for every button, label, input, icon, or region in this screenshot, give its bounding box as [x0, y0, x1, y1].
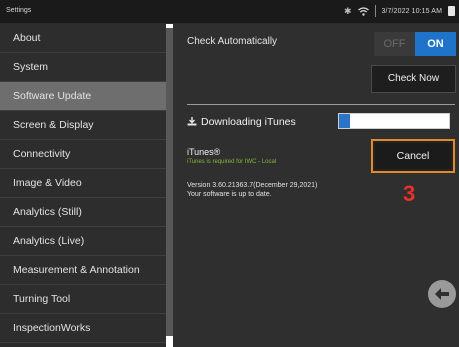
- sidebar-item-label: About: [13, 32, 41, 44]
- battery-icon: [448, 6, 455, 16]
- sidebar-item-measurement-annotation[interactable]: Measurement & Annotation: [0, 256, 166, 285]
- download-status: Downloading iTunes: [187, 116, 296, 128]
- toggle-off-option[interactable]: OFF: [374, 32, 415, 56]
- window-title: Settings: [6, 7, 32, 14]
- software-update-panel: Check Automatically OFF ON Check Now Dow…: [173, 24, 459, 347]
- back-arrow-icon: [434, 287, 450, 301]
- check-now-button[interactable]: Check Now: [371, 65, 456, 93]
- check-automatically-toggle[interactable]: OFF ON: [374, 32, 456, 56]
- itunes-requirement-note: iTunes is required for IWC - Local: [187, 159, 277, 165]
- step-number-annotation: 3: [403, 181, 416, 206]
- sidebar-item-about[interactable]: About: [0, 24, 166, 53]
- sidebar-item-turning-tool[interactable]: Turning Tool: [0, 285, 166, 314]
- sidebar-item-label: Analytics (Still): [13, 206, 82, 218]
- sidebar-item-label: Measurement & Annotation: [13, 264, 140, 276]
- back-button[interactable]: [428, 280, 456, 308]
- sidebar-item-connectivity[interactable]: Connectivity: [0, 140, 166, 169]
- download-label: Downloading iTunes: [201, 116, 296, 128]
- sidebar-item-label: System: [13, 61, 49, 73]
- app-window: Settings ✱ 3/7/2022 10:15 AM About Syste…: [0, 0, 459, 347]
- status-bar: Settings ✱ 3/7/2022 10:15 AM: [0, 0, 459, 24]
- download-progress-bar: [338, 113, 450, 129]
- sidebar-item-analytics-still[interactable]: Analytics (Still): [0, 198, 166, 227]
- version-line: Version 3.60.21363.7(December 29,2021): [187, 182, 318, 189]
- itunes-title: iTunes®: [187, 147, 221, 157]
- sidebar-item-analytics-live[interactable]: Analytics (Live): [0, 227, 166, 256]
- cancel-button-label: Cancel: [375, 143, 451, 169]
- status-divider: [374, 5, 376, 17]
- sidebar-item-label: Software Update: [13, 90, 92, 102]
- wifi-icon: [357, 6, 369, 16]
- sidebar-item-software-update[interactable]: Software Update: [0, 82, 166, 111]
- sidebar-item-label: Connectivity: [13, 148, 71, 160]
- version-info: Version 3.60.21363.7(December 29,2021) Y…: [187, 181, 317, 199]
- sidebar-item-label: Turning Tool: [13, 293, 71, 305]
- section-divider: [187, 104, 455, 105]
- download-icon: [187, 116, 197, 128]
- toggle-on-option[interactable]: ON: [415, 32, 456, 56]
- sidebar-item-label: Image & Video: [13, 177, 82, 189]
- check-automatically-label: Check Automatically: [187, 36, 278, 47]
- cancel-button[interactable]: Cancel: [371, 139, 455, 173]
- datetime: 3/7/2022 10:15 AM: [381, 7, 442, 15]
- sidebar-item-inspectionworks[interactable]: InspectionWorks: [0, 314, 166, 343]
- sidebar-item-system[interactable]: System: [0, 53, 166, 82]
- sidebar-item-screen-display[interactable]: Screen & Display: [0, 111, 166, 140]
- update-status-line: Your software is up to date.: [187, 191, 272, 198]
- settings-sidebar: About System Software Update Screen & Di…: [0, 24, 166, 347]
- sidebar-scrollbar[interactable]: [166, 28, 173, 336]
- bluetooth-icon: ✱: [343, 5, 352, 16]
- sidebar-item-label: InspectionWorks: [13, 322, 91, 334]
- status-icons: ✱ 3/7/2022 10:15 AM: [344, 5, 455, 17]
- sidebar-item-label: Analytics (Live): [13, 235, 85, 247]
- sidebar-item-label: Screen & Display: [13, 119, 94, 131]
- download-progress-fill: [339, 114, 350, 128]
- sidebar-item-image-video[interactable]: Image & Video: [0, 169, 166, 198]
